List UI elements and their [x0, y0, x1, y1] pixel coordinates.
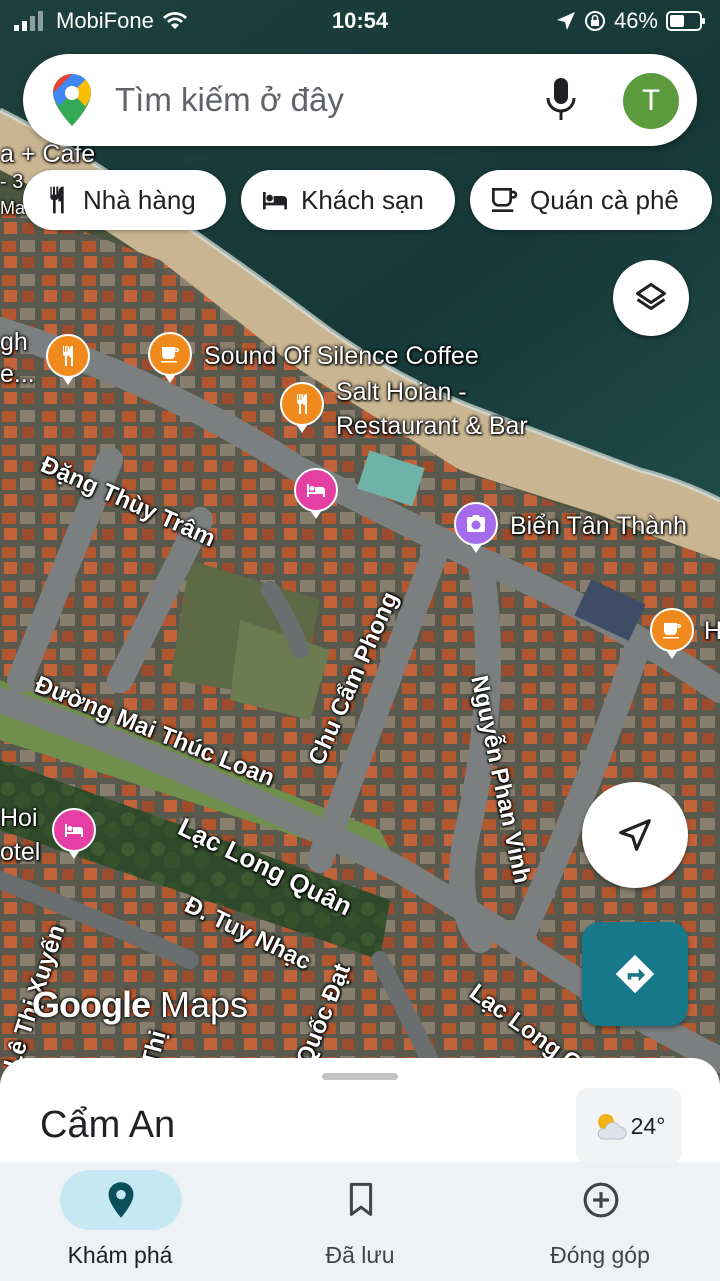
navigation-arrow-icon	[619, 819, 651, 851]
nav-contribute-icon-wrap	[540, 1170, 662, 1230]
poi-pin-bien-tan-thanh[interactable]	[454, 502, 498, 553]
restaurant-icon	[63, 346, 73, 366]
nav-explore-label: Khám phá	[67, 1242, 173, 1268]
poi-label-e[interactable]: e...	[0, 358, 35, 391]
hotel-icon	[307, 484, 325, 497]
rotation-lock-icon	[584, 11, 605, 31]
bottom-navigation: Khám phá Đã lưu Đóng góp	[0, 1162, 720, 1281]
poi-pin-salt-hoian[interactable]	[280, 382, 324, 433]
hotel-icon	[65, 824, 83, 837]
place-title: Cẩm An	[40, 1104, 176, 1146]
coffee-icon	[161, 347, 179, 363]
battery-percent: 46%	[613, 8, 658, 33]
poi-pin-restaurant-left[interactable]	[46, 334, 90, 385]
sheet-drag-handle[interactable]	[322, 1073, 398, 1080]
chip-restaurants-label: Nhà hàng	[83, 184, 196, 215]
poi-label-h[interactable]: H	[704, 615, 720, 648]
restaurant-icon	[50, 186, 64, 214]
restaurant-icon	[297, 394, 307, 414]
hotel-icon	[263, 192, 287, 210]
poi-label-otel[interactable]: otel	[0, 836, 40, 869]
account-avatar[interactable]: T	[623, 73, 679, 129]
nav-contribute-label: Đóng góp	[550, 1242, 650, 1268]
poi-pin-hotel-left[interactable]	[52, 808, 96, 859]
coffee-icon	[663, 623, 681, 639]
temperature: 24°	[630, 1112, 666, 1139]
nav-saved-label: Đã lưu	[325, 1242, 395, 1268]
chip-hotels[interactable]: Khách sạn	[241, 170, 455, 230]
add-circle-icon	[583, 1182, 619, 1218]
poi-pin-hotel-center[interactable]	[294, 468, 338, 519]
poi-label-sound-of-silence[interactable]: Sound Of Silence Coffee	[204, 340, 479, 373]
watermark-maps: Maps	[160, 984, 249, 1025]
search-bar[interactable]: Tìm kiếm ở đây T	[23, 54, 697, 146]
coffee-icon	[492, 188, 518, 212]
poi-pin-sound-of-silence[interactable]	[148, 332, 192, 383]
chip-restaurants[interactable]: Nhà hàng	[23, 170, 226, 230]
poi-label-salt-hoian-1[interactable]: Salt Hoian -	[336, 376, 467, 409]
poi-label-bien-tan-thanh[interactable]: Biển Tân Thành	[510, 510, 687, 543]
nav-saved-icon-wrap	[300, 1170, 422, 1230]
explore-pin-icon	[108, 1182, 134, 1218]
camera-icon	[467, 515, 485, 532]
status-right-group: 46%	[556, 8, 706, 34]
poi-pin-coffee-right[interactable]	[650, 608, 694, 659]
poi-label-hoi[interactable]: Hoi	[0, 802, 38, 835]
watermark-google: Google	[32, 984, 151, 1025]
chip-coffee-label: Quán cà phê	[530, 184, 679, 215]
nav-saved[interactable]: Đã lưu	[240, 1162, 480, 1281]
battery-icon	[666, 11, 705, 31]
layers-button[interactable]	[613, 260, 689, 336]
weather-chip[interactable]: 24°	[576, 1088, 682, 1164]
nav-contribute[interactable]: Đóng góp	[480, 1162, 720, 1281]
chip-coffee[interactable]: Quán cà phê	[470, 170, 712, 230]
status-bar: MobiFone 10:54 46%	[0, 0, 720, 40]
microphone-icon[interactable]	[543, 76, 579, 124]
poi-label-gh[interactable]: gh	[0, 326, 28, 359]
directions-icon	[615, 954, 655, 994]
my-location-button[interactable]	[582, 782, 688, 888]
nav-explore-icon-wrap	[60, 1170, 182, 1230]
poi-label-salt-hoian-2[interactable]: Restaurant & Bar	[336, 410, 528, 443]
google-maps-logo-icon	[53, 74, 91, 126]
location-arrow-icon	[556, 12, 575, 30]
directions-button[interactable]	[582, 922, 688, 1026]
nav-explore[interactable]: Khám phá	[0, 1162, 240, 1281]
layers-icon	[636, 283, 666, 310]
poi-label-cafe-sub2: Ma	[0, 198, 26, 218]
bottom-sheet[interactable]: Cẩm An 24°	[0, 1058, 720, 1178]
partly-cloudy-icon	[597, 1114, 627, 1140]
google-maps-watermark: Google Maps	[32, 984, 248, 1026]
chip-hotels-label: Khách sạn	[301, 184, 424, 215]
bookmark-icon	[349, 1182, 373, 1216]
search-input[interactable]: Tìm kiếm ở đây	[115, 81, 344, 119]
